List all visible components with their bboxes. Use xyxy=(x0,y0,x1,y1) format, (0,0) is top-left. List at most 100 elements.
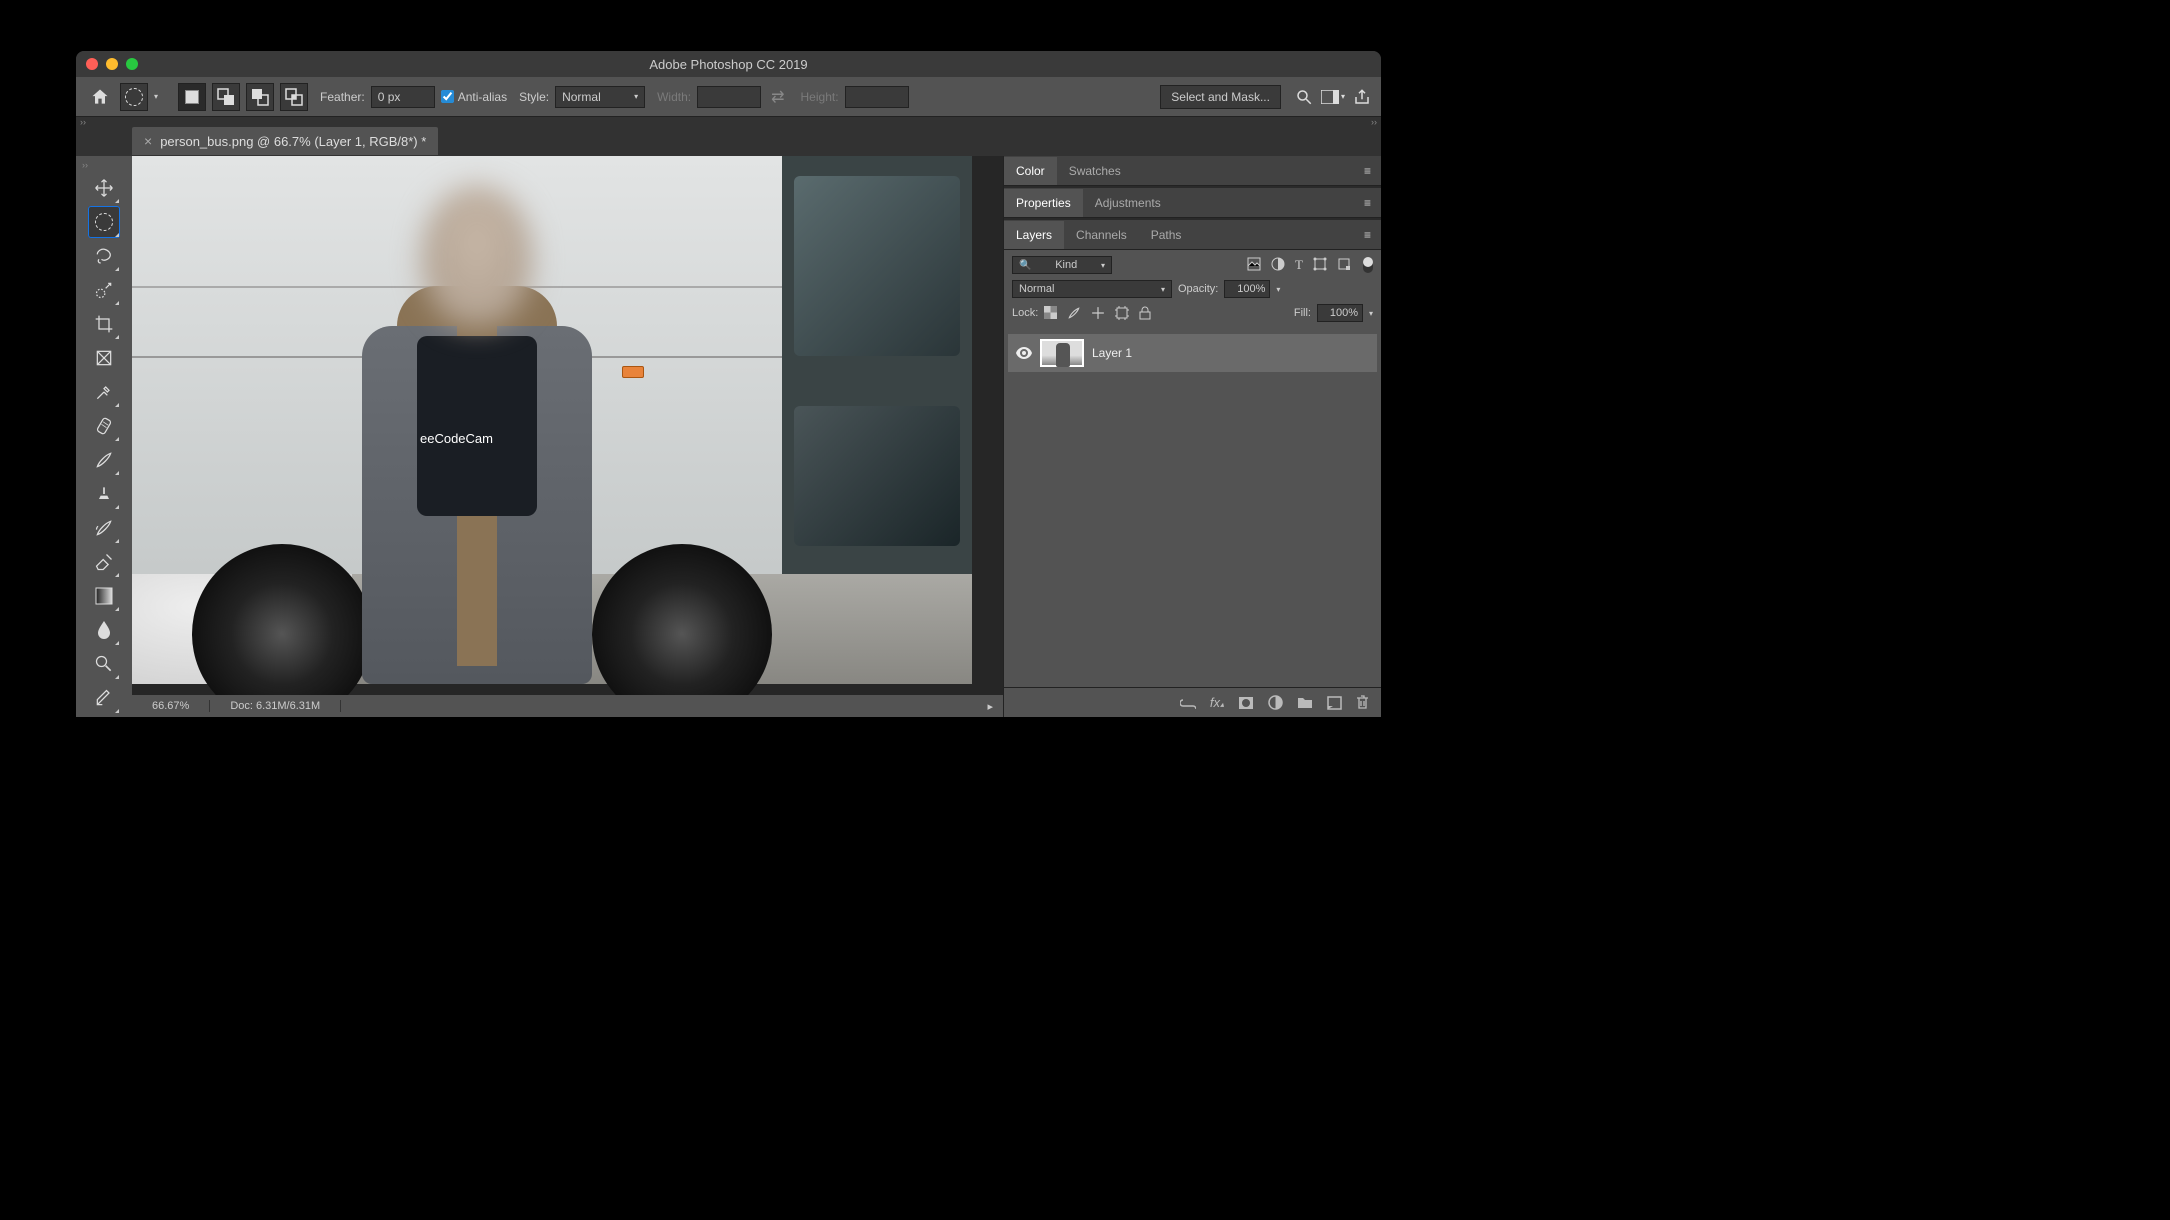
tab-adjustments[interactable]: Adjustments xyxy=(1083,189,1173,217)
move-tool[interactable] xyxy=(88,172,120,204)
lock-position-icon[interactable] xyxy=(1091,306,1105,320)
search-icon[interactable] xyxy=(1295,88,1313,106)
fill-dropdown-icon[interactable]: ▾ xyxy=(1369,309,1373,318)
canvas[interactable]: eeCodeCam xyxy=(132,156,1003,695)
filter-type-icon[interactable]: T xyxy=(1295,257,1303,273)
layers-channels-paths-tabs: Layers Channels Paths ≡ xyxy=(1004,220,1381,250)
pen-tool[interactable] xyxy=(88,682,120,714)
lasso-tool[interactable] xyxy=(88,240,120,272)
app-title: Adobe Photoshop CC 2019 xyxy=(649,57,807,72)
color-swatches-tabs: Color Swatches ≡ xyxy=(1004,156,1381,186)
eraser-tool[interactable] xyxy=(88,546,120,578)
layer-name[interactable]: Layer 1 xyxy=(1092,346,1132,360)
tab-color[interactable]: Color xyxy=(1004,157,1057,185)
lock-image-icon[interactable] xyxy=(1067,306,1081,320)
selection-new-button[interactable] xyxy=(178,83,206,111)
image-person: eeCodeCam xyxy=(332,186,612,684)
tab-paths[interactable]: Paths xyxy=(1139,221,1194,249)
close-tab-icon[interactable]: × xyxy=(144,133,152,149)
options-bar: ▾ Feather: Anti-alias Style: Normal▾ Wid… xyxy=(76,77,1381,117)
blend-mode-select[interactable]: Normal▾ xyxy=(1012,280,1172,298)
height-label: Height: xyxy=(801,90,839,104)
opacity-dropdown-icon[interactable]: ▾ xyxy=(1276,285,1280,294)
clone-stamp-tool[interactable] xyxy=(88,478,120,510)
close-window-button[interactable] xyxy=(86,58,98,70)
fill-label: Fill: xyxy=(1294,307,1311,319)
feather-input[interactable] xyxy=(371,86,435,108)
gradient-tool[interactable] xyxy=(88,580,120,612)
share-icon[interactable] xyxy=(1353,88,1371,106)
selection-add-button[interactable] xyxy=(212,83,240,111)
layers-panel-controls: 🔍 Kind ▾ T xyxy=(1004,250,1381,334)
image-bus-door xyxy=(782,156,972,586)
panel-menu-icon[interactable]: ≡ xyxy=(1354,221,1381,249)
zoom-level[interactable]: 66.67% xyxy=(132,700,210,712)
filter-pixel-icon[interactable] xyxy=(1247,257,1261,273)
delete-layer-icon[interactable] xyxy=(1356,695,1369,710)
opacity-input[interactable] xyxy=(1224,280,1270,298)
layer-visibility-icon[interactable] xyxy=(1016,347,1032,359)
frame-tool[interactable] xyxy=(88,342,120,374)
link-layers-icon[interactable] xyxy=(1180,697,1196,709)
antialias-check-input[interactable] xyxy=(441,90,454,103)
statusbar-more-icon[interactable]: ▸ xyxy=(977,700,1003,713)
crop-tool[interactable] xyxy=(88,308,120,340)
expand-left-icon[interactable]: ›› xyxy=(80,117,86,127)
tools-expand-icon[interactable]: ›› xyxy=(76,160,88,170)
history-brush-tool[interactable] xyxy=(88,512,120,544)
layer-fx-icon[interactable]: fx▴ xyxy=(1210,695,1224,710)
filter-shape-icon[interactable] xyxy=(1313,257,1327,273)
style-select[interactable]: Normal▾ xyxy=(555,86,645,108)
tab-layers[interactable]: Layers xyxy=(1004,221,1064,249)
layers-panel-footer: fx▴ xyxy=(1004,687,1381,717)
filter-smartobject-icon[interactable] xyxy=(1337,257,1351,273)
lock-transparent-icon[interactable] xyxy=(1044,306,1057,320)
new-group-icon[interactable] xyxy=(1297,696,1313,709)
selection-intersect-button[interactable] xyxy=(280,83,308,111)
adjustment-layer-icon[interactable] xyxy=(1268,695,1283,710)
tab-properties[interactable]: Properties xyxy=(1004,189,1083,217)
tab-channels[interactable]: Channels xyxy=(1064,221,1139,249)
lock-artboard-icon[interactable] xyxy=(1115,306,1129,320)
layer-mask-icon[interactable] xyxy=(1238,696,1254,710)
maximize-window-button[interactable] xyxy=(126,58,138,70)
blur-tool[interactable] xyxy=(88,614,120,646)
elliptical-marquee-tool[interactable] xyxy=(88,206,120,238)
titlebar: Adobe Photoshop CC 2019 xyxy=(76,51,1381,77)
home-button[interactable] xyxy=(86,83,114,111)
new-layer-icon[interactable] xyxy=(1327,696,1342,710)
lock-all-icon[interactable] xyxy=(1139,306,1151,320)
healing-brush-tool[interactable] xyxy=(88,410,120,442)
eyedropper-tool[interactable] xyxy=(88,376,120,408)
document-image: eeCodeCam xyxy=(132,156,972,684)
tool-preset-marquee[interactable] xyxy=(120,83,148,111)
layer-row[interactable]: Layer 1 xyxy=(1008,334,1377,372)
layer-thumbnail[interactable] xyxy=(1040,339,1084,367)
tab-swatches[interactable]: Swatches xyxy=(1057,157,1133,185)
lock-label: Lock: xyxy=(1012,307,1038,319)
antialias-checkbox[interactable]: Anti-alias xyxy=(441,90,507,104)
filter-toggle[interactable] xyxy=(1363,257,1373,273)
quick-selection-tool[interactable] xyxy=(88,274,120,306)
selection-subtract-button[interactable] xyxy=(246,83,274,111)
select-and-mask-button[interactable]: Select and Mask... xyxy=(1160,85,1281,109)
doc-size[interactable]: Doc: 6.31M/6.31M xyxy=(210,700,341,712)
opacity-label: Opacity: xyxy=(1178,283,1218,295)
layer-filter-kind[interactable]: 🔍 Kind ▾ xyxy=(1012,256,1112,274)
workspace-switcher-icon[interactable]: ▾ xyxy=(1321,88,1345,106)
filter-adjustment-icon[interactable] xyxy=(1271,257,1285,273)
expand-right-icon[interactable]: ›› xyxy=(1371,117,1377,127)
width-input xyxy=(697,86,761,108)
document-tab[interactable]: × person_bus.png @ 66.7% (Layer 1, RGB/8… xyxy=(132,127,438,155)
traffic-lights xyxy=(86,58,138,70)
minimize-window-button[interactable] xyxy=(106,58,118,70)
kind-label: Kind xyxy=(1055,259,1077,271)
tool-preset-dropdown-icon[interactable]: ▾ xyxy=(154,92,158,101)
fill-input[interactable] xyxy=(1317,304,1363,322)
image-reflector xyxy=(622,366,644,378)
panel-menu-icon[interactable]: ≡ xyxy=(1354,157,1381,185)
style-value: Normal xyxy=(562,90,601,104)
brush-tool[interactable] xyxy=(88,444,120,476)
dodge-tool[interactable] xyxy=(88,648,120,680)
panel-menu-icon[interactable]: ≡ xyxy=(1354,189,1381,217)
